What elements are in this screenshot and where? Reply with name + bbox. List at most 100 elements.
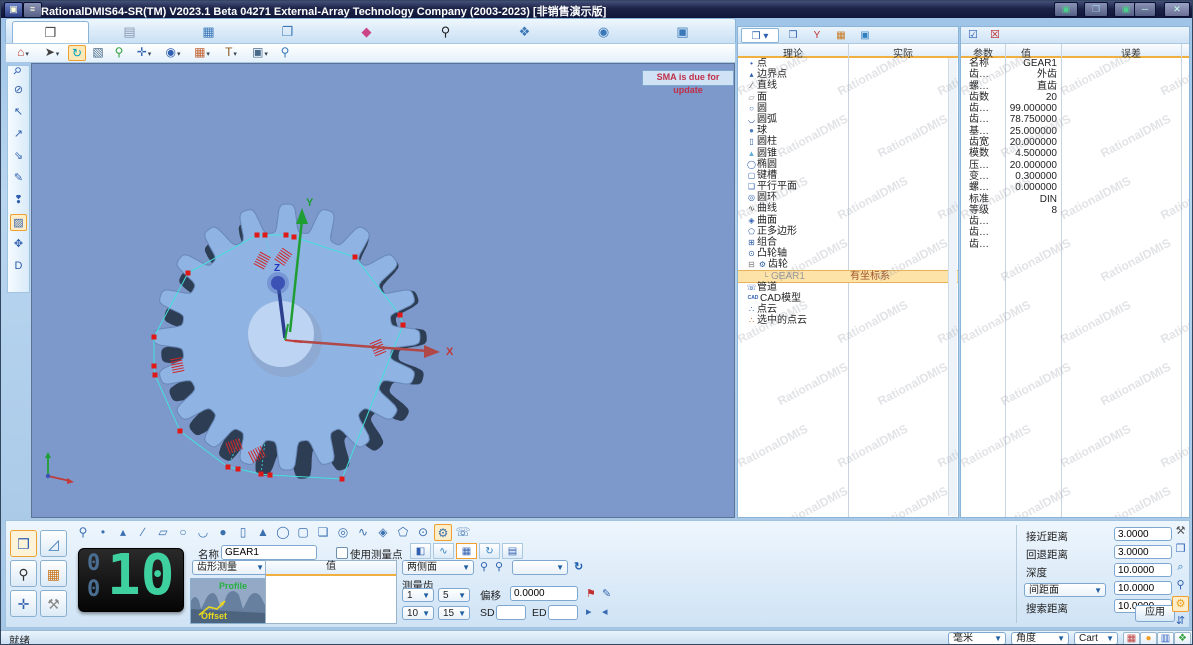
probe-view-tab[interactable]: ◧	[410, 543, 431, 559]
graph-tab[interactable]: ∿	[433, 543, 454, 559]
coord-select[interactable]: Cart ▼	[1074, 632, 1118, 644]
scroll-updown-icon[interactable]: ⇵	[1172, 614, 1189, 630]
camshaft-icon[interactable]: ⊙	[414, 524, 432, 541]
param-row[interactable]: 齿…	[961, 216, 1189, 227]
circle-icon[interactable]: ○	[174, 524, 192, 541]
tree-scrollbar[interactable]	[948, 58, 957, 516]
angle-select[interactable]: 角度 ▼	[1011, 632, 1069, 644]
eye-icon[interactable]: ◉▾	[160, 45, 186, 61]
ribbon-tab-table[interactable]: ▦	[170, 21, 247, 44]
target-flag-icon[interactable]: ⚑	[586, 587, 596, 601]
label-tool-icon[interactable]: T▾	[218, 45, 244, 61]
offset-input[interactable]	[510, 586, 578, 601]
tree-item[interactable]: ▴ 边界点	[738, 69, 958, 80]
param-row[interactable]: 齿数 20	[961, 92, 1189, 103]
tree-tab-machine[interactable]: ▣	[855, 28, 875, 43]
cube-probe-off-icon[interactable]: ⊘	[10, 82, 27, 99]
param-row[interactable]: 螺… 0.000000	[961, 182, 1189, 193]
tooth-select-15[interactable]: 15 ▼	[438, 606, 470, 620]
cube-pick-edge-icon[interactable]: ⇘	[10, 148, 27, 165]
param-row[interactable]: 齿… 99.000000	[961, 103, 1189, 114]
ribbon-tab-probe[interactable]: ⚲	[407, 21, 484, 44]
tooth-select-10[interactable]: 10 ▼	[402, 606, 434, 620]
end-angle-icon[interactable]: ◂	[602, 605, 608, 619]
rotate-direction-icon[interactable]: ↻	[574, 560, 583, 574]
tree-item[interactable]: ∕ 直线	[738, 80, 958, 91]
cone-icon[interactable]: ▲	[254, 524, 272, 541]
surface-icon[interactable]: ◈	[374, 524, 392, 541]
tree-tab-features[interactable]: ❒ ▾	[741, 28, 779, 43]
polygon-icon[interactable]: ⬠	[394, 524, 412, 541]
edit-note-icon[interactable]: ✎	[602, 587, 611, 601]
zoom-select-icon[interactable]: ▧	[89, 45, 107, 61]
close-button[interactable]: ✕	[1164, 2, 1190, 17]
apply-button[interactable]: 应用	[1135, 605, 1175, 622]
tree-item-gear1[interactable]: └ GEAR1 有坐标系	[738, 269, 958, 283]
param-row[interactable]: 等级 8	[961, 205, 1189, 216]
tree-item[interactable]: ⊟ ⚙ 齿轮	[738, 259, 958, 270]
device-connect-icon[interactable]: ▣	[1054, 2, 1078, 17]
param-row[interactable]: 齿宽 20.000000	[961, 137, 1189, 148]
grid-status-icon[interactable]: ▦	[1123, 632, 1140, 644]
tree-item[interactable]: ▢ 键槽	[738, 170, 958, 181]
probe-button[interactable]: ⚲	[10, 560, 37, 587]
cursor-icon[interactable]: ➤▾	[39, 45, 65, 61]
param-row[interactable]: 齿…	[961, 227, 1189, 238]
boundary-point-icon[interactable]: ▴	[114, 524, 132, 541]
point-icon[interactable]: •	[94, 524, 112, 541]
probe-select[interactable]: ▼	[512, 560, 568, 575]
tree-item[interactable]: ❏ 平行平面	[738, 181, 958, 192]
cube-alert-icon[interactable]: ❢	[10, 192, 27, 209]
param-row[interactable]: 螺… 直齿	[961, 81, 1189, 92]
table-tab[interactable]: ▦	[456, 543, 477, 559]
cube-pick-icon[interactable]: ↖	[10, 104, 27, 121]
start-angle-icon[interactable]: ▸	[586, 605, 592, 619]
tree-item[interactable]: ● 球	[738, 125, 958, 136]
tool-clamp-icon[interactable]: ⚒	[1172, 524, 1189, 540]
param-row[interactable]: 变… 0.300000	[961, 171, 1189, 182]
tooth-select-1[interactable]: 1 ▼	[402, 588, 434, 602]
pipe-icon[interactable]: ☏	[454, 524, 472, 541]
cube-pick-face-icon[interactable]: ↗	[10, 126, 27, 143]
tree-tab-probe[interactable]: Y	[807, 28, 827, 43]
ball-status-icon[interactable]: ●	[1140, 632, 1157, 644]
confirm-check-icon[interactable]: ☑	[968, 28, 978, 41]
axes-button[interactable]: ✛	[10, 590, 37, 617]
sphere-icon[interactable]: ●	[214, 524, 232, 541]
tree-item[interactable]: ▲ 圆锥	[738, 148, 958, 159]
viewport-canvas[interactable]: Y X Z	[32, 64, 735, 518]
tools-button[interactable]: ⚒	[40, 590, 67, 617]
probe-down-icon[interactable]: ⚲	[495, 560, 503, 574]
probe-align-icon[interactable]: ⚲	[110, 45, 128, 61]
minimize-button[interactable]: ─	[1134, 2, 1156, 17]
feature-name-input[interactable]	[221, 545, 317, 560]
cube-paint-icon[interactable]: ▨	[10, 214, 27, 231]
menu-icon[interactable]: ≡	[23, 2, 42, 18]
param-row[interactable]: 基… 25.000000	[961, 126, 1189, 137]
ribbon-tab-safety[interactable]: ❖	[486, 21, 563, 44]
ribbon-tab-measure[interactable]: ❒	[12, 21, 89, 44]
window-layout-icon[interactable]: ❐	[1084, 2, 1108, 17]
param-row[interactable]: 名称 GEAR1	[961, 58, 1189, 69]
tree-item[interactable]: CAD CAD模型	[738, 293, 958, 304]
torus-icon[interactable]: ◎	[334, 524, 352, 541]
home-icon[interactable]: ⌂▾	[10, 45, 36, 61]
tree-item[interactable]: ▯ 圆柱	[738, 136, 958, 147]
param-row[interactable]: 压… 20.000000	[961, 160, 1189, 171]
param-row[interactable]: 标准 DIN	[961, 194, 1189, 205]
measure-type-select[interactable]: 齿形测量 ▼	[192, 560, 268, 575]
tree-item[interactable]: ⬠ 正多边形	[738, 226, 958, 237]
spacing-plane-select[interactable]: 间距面 ▼	[1024, 583, 1106, 597]
tree-item[interactable]: • 点	[738, 58, 958, 69]
slot-icon[interactable]: ▢	[294, 524, 312, 541]
report-tab[interactable]: ▤	[502, 543, 523, 559]
axes-icon[interactable]: ✛▾	[131, 45, 157, 61]
probe-icon[interactable]: ⚲	[1172, 578, 1189, 594]
magnifier-icon[interactable]: ⌕	[1172, 560, 1189, 576]
param-row[interactable]: 模数 4.500000	[961, 148, 1189, 159]
curve-icon[interactable]: ∿	[354, 524, 372, 541]
setting-input[interactable]	[1114, 545, 1172, 559]
gear-icon[interactable]: ⚙	[434, 524, 452, 541]
cylinder-icon[interactable]: ▯	[234, 524, 252, 541]
tree-tab-solids[interactable]: ❒	[783, 28, 803, 43]
